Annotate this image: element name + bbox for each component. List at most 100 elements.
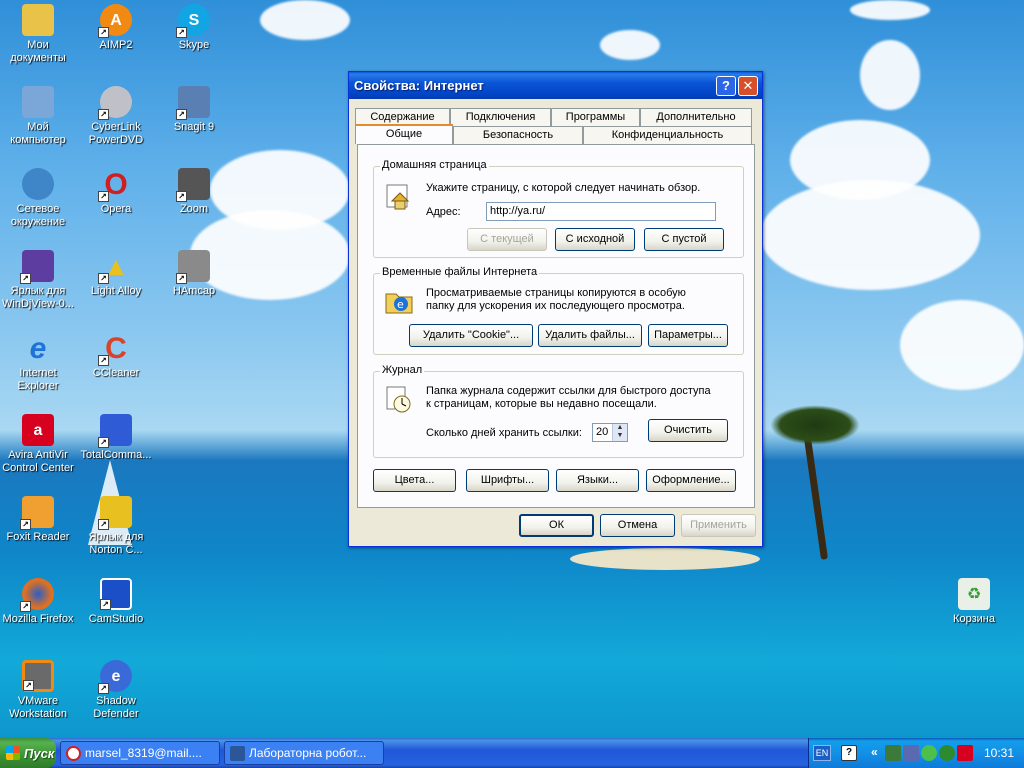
windows-flag-icon	[6, 746, 20, 760]
desktop-icon-total-commander[interactable]: ↗ TotalComma...	[78, 414, 154, 462]
tabs-front-row: Общие Безопасность Конфиденциальность	[355, 124, 752, 144]
tab-general[interactable]: Общие	[355, 124, 453, 144]
desktop-icon-norton[interactable]: ↗ Ярлык для Norton C...	[78, 496, 154, 557]
history-group-title: Журнал	[380, 364, 425, 376]
temp-settings-button[interactable]: Параметры...	[648, 324, 728, 347]
tab-privacy[interactable]: Конфиденциальность	[583, 126, 752, 144]
clock[interactable]: 10:31	[984, 738, 1014, 768]
desktop-icon-firefox[interactable]: ↗ Mozilla Firefox	[0, 578, 76, 626]
home-address-input[interactable]: http://ya.ru/	[486, 202, 716, 221]
my-computer-icon	[22, 86, 54, 118]
start-button[interactable]: Пуск	[0, 738, 56, 768]
taskbar: Пуск marsel_8319@mail.... Лабораторна ро…	[0, 738, 1024, 768]
desktop-icon-skype[interactable]: S ↗ Skype	[156, 4, 232, 52]
use-default-button[interactable]: С исходной	[555, 228, 635, 251]
temp-files-description-2: папку для ускорения их последующего прос…	[426, 300, 685, 312]
desktop-icon-recycle-bin[interactable]: ♻ Корзина	[936, 578, 1012, 626]
apply-button[interactable]: Применить	[681, 514, 756, 537]
history-description-2: к страницам, которые вы недавно посещали…	[426, 398, 657, 410]
show-hidden-icons-chevron[interactable]: «	[871, 745, 878, 759]
opera-icon: O ↗	[98, 168, 132, 202]
desktop-icon-avira[interactable]: a Avira AntiVir Control Center	[0, 414, 76, 475]
desktop-icon-opera[interactable]: O ↗ Opera	[78, 168, 154, 216]
desktop-icon-internet-explorer[interactable]: e Internet Explorer	[0, 332, 76, 393]
tab-programs[interactable]: Программы	[551, 108, 640, 126]
foxit-icon: ↗	[20, 496, 54, 530]
desktop-icon-label: Light Alloy	[90, 285, 142, 297]
skype-tray-icon[interactable]	[921, 745, 937, 761]
desktop-icon-light-alloy[interactable]: ▲ ↗ Light Alloy	[78, 250, 154, 298]
total-commander-icon: ↗	[98, 414, 132, 448]
colors-button[interactable]: Цвета...	[373, 469, 456, 492]
snagit-icon: ↗	[176, 86, 210, 120]
delete-files-button[interactable]: Удалить файлы...	[538, 324, 642, 347]
accessibility-button[interactable]: Оформление...	[646, 469, 736, 492]
desktop-icon-hamcap[interactable]: ↗ HAmcap	[156, 250, 232, 298]
delete-cookies-button[interactable]: Удалить "Cookie"...	[409, 324, 533, 347]
vmware-icon: ↗	[22, 660, 54, 692]
use-blank-button[interactable]: С пустой	[644, 228, 724, 251]
dialog-titlebar[interactable]: Свойства: Интернет ? ✕	[349, 72, 762, 99]
network-tray-icon[interactable]	[885, 745, 901, 761]
address-label: Адрес:	[426, 206, 461, 218]
desktop-icon-windjview[interactable]: ↗ Ярлык для WinDjView-0...	[0, 250, 76, 311]
tab-advanced[interactable]: Дополнительно	[640, 108, 752, 126]
desktop-icon-label: Opera	[100, 203, 132, 215]
home-page-group-title: Домашняя страница	[380, 159, 489, 171]
help-button[interactable]: ?	[716, 75, 736, 96]
languages-button[interactable]: Языки...	[556, 469, 639, 492]
shadow-defender-icon: e ↗	[98, 660, 132, 694]
desktop-icon-camstudio[interactable]: ↗ CamStudio	[78, 578, 154, 626]
cancel-button[interactable]: Отмена	[600, 514, 675, 537]
ccleaner-icon: C ↗	[98, 332, 132, 366]
monitor-tray-icon[interactable]	[903, 745, 919, 761]
desktop-icon-label: Avira AntiVir Control Center	[2, 449, 74, 474]
history-group: Журнал Папка журнала содержит ссылки для…	[373, 364, 744, 458]
desktop-icon-my-documents[interactable]: Мои документы	[0, 4, 76, 65]
desktop-icon-ccleaner[interactable]: C ↗ CCleaner	[78, 332, 154, 380]
start-label: Пуск	[24, 745, 55, 761]
temp-files-description-1: Просматриваемые страницы копируются в ос…	[426, 287, 686, 299]
history-days-spinner[interactable]: ▲ ▼	[612, 424, 627, 441]
desktop-icon-shadow-defender[interactable]: e ↗ Shadow Defender	[78, 660, 154, 721]
desktop-icon-label: Мой компьютер	[10, 121, 66, 146]
desktop-icon-label: Skype	[178, 39, 210, 51]
taskbar-item-word-document[interactable]: Лабораторна робот...	[224, 741, 384, 765]
avira-icon: a	[22, 414, 54, 446]
firefox-icon: ↗	[20, 578, 54, 612]
internet-explorer-icon: e	[29, 331, 47, 365]
desktop-icon-vmware[interactable]: ↗ VMware Workstation	[0, 660, 76, 721]
desktop-icon-foxit[interactable]: ↗ Foxit Reader	[0, 496, 76, 544]
tab-security[interactable]: Безопасность	[453, 126, 583, 144]
tab-connections[interactable]: Подключения	[450, 108, 551, 126]
system-tray: EN ? « 10:31	[808, 738, 1024, 768]
close-button[interactable]: ✕	[738, 75, 758, 96]
desktop-icon-network[interactable]: Сетевое окружение	[0, 168, 76, 229]
word-icon	[230, 746, 245, 761]
desktop-icon-label: Internet Explorer	[17, 367, 59, 392]
windjview-icon: ↗	[20, 250, 54, 284]
fonts-button[interactable]: Шрифты...	[466, 469, 549, 492]
aimp-icon: A ↗	[98, 4, 132, 38]
desktop-icon-aimp2[interactable]: A ↗ AIMP2	[78, 4, 154, 52]
desktop-icon-snagit[interactable]: ↗ Snagit 9	[156, 86, 232, 134]
taskbar-item-label: marsel_8319@mail....	[85, 746, 202, 760]
clear-history-button[interactable]: Очистить	[648, 419, 728, 442]
ok-button[interactable]: ОК	[519, 514, 594, 537]
desktop-icon-powerdvd[interactable]: ↗ CyberLink PowerDVD	[78, 86, 154, 147]
language-indicator[interactable]: EN	[813, 745, 831, 761]
desktop-icon-zoom[interactable]: ↗ Zoom	[156, 168, 232, 216]
desktop-icon-my-computer[interactable]: Мой компьютер	[0, 86, 76, 147]
camstudio-icon: ↗	[100, 578, 132, 610]
use-current-button[interactable]: С текущей	[467, 228, 547, 251]
help-tray-icon[interactable]: ?	[841, 745, 857, 761]
desktop-icon-label: Корзина	[953, 613, 995, 625]
desktop-icon-label: AIMP2	[99, 39, 133, 51]
my-documents-icon	[22, 4, 54, 36]
desktop-icon-label: CCleaner	[92, 367, 140, 379]
desktop-icon-label: Mozilla Firefox	[2, 613, 74, 625]
taskbar-item-opera-mail[interactable]: marsel_8319@mail....	[60, 741, 220, 765]
avira-tray-icon[interactable]	[957, 745, 973, 761]
desktop-icon-label: CyberLink PowerDVD	[88, 121, 144, 146]
gear-tray-icon[interactable]	[939, 745, 955, 761]
